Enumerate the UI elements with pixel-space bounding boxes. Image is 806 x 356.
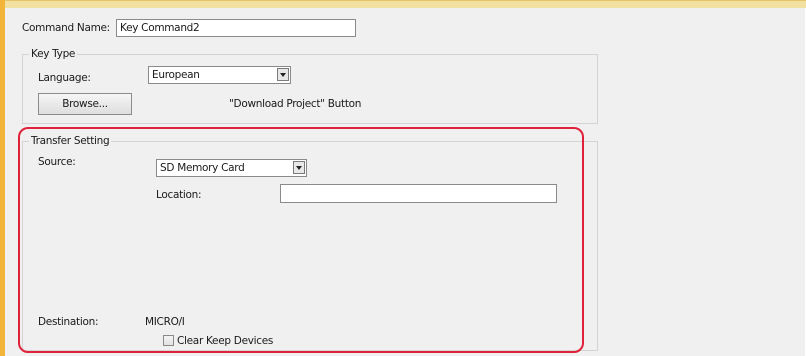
language-label: Language: bbox=[38, 72, 91, 84]
top-border bbox=[0, 0, 806, 8]
left-accent-bar bbox=[0, 0, 5, 356]
chevron-down-icon[interactable] bbox=[277, 68, 289, 81]
language-combo[interactable]: European bbox=[148, 66, 291, 84]
key-type-title: Key Type bbox=[29, 48, 78, 60]
command-name-input[interactable]: Key Command2 bbox=[116, 19, 356, 37]
command-name-label-text: Command Name: bbox=[22, 22, 110, 34]
download-project-caption: "Download Project" Button bbox=[229, 98, 362, 110]
highlight-frame bbox=[18, 127, 584, 353]
browse-button[interactable]: Browse... bbox=[38, 93, 132, 115]
language-combo-value: European bbox=[152, 69, 200, 81]
command-name-label: Command Name: bbox=[22, 22, 110, 34]
